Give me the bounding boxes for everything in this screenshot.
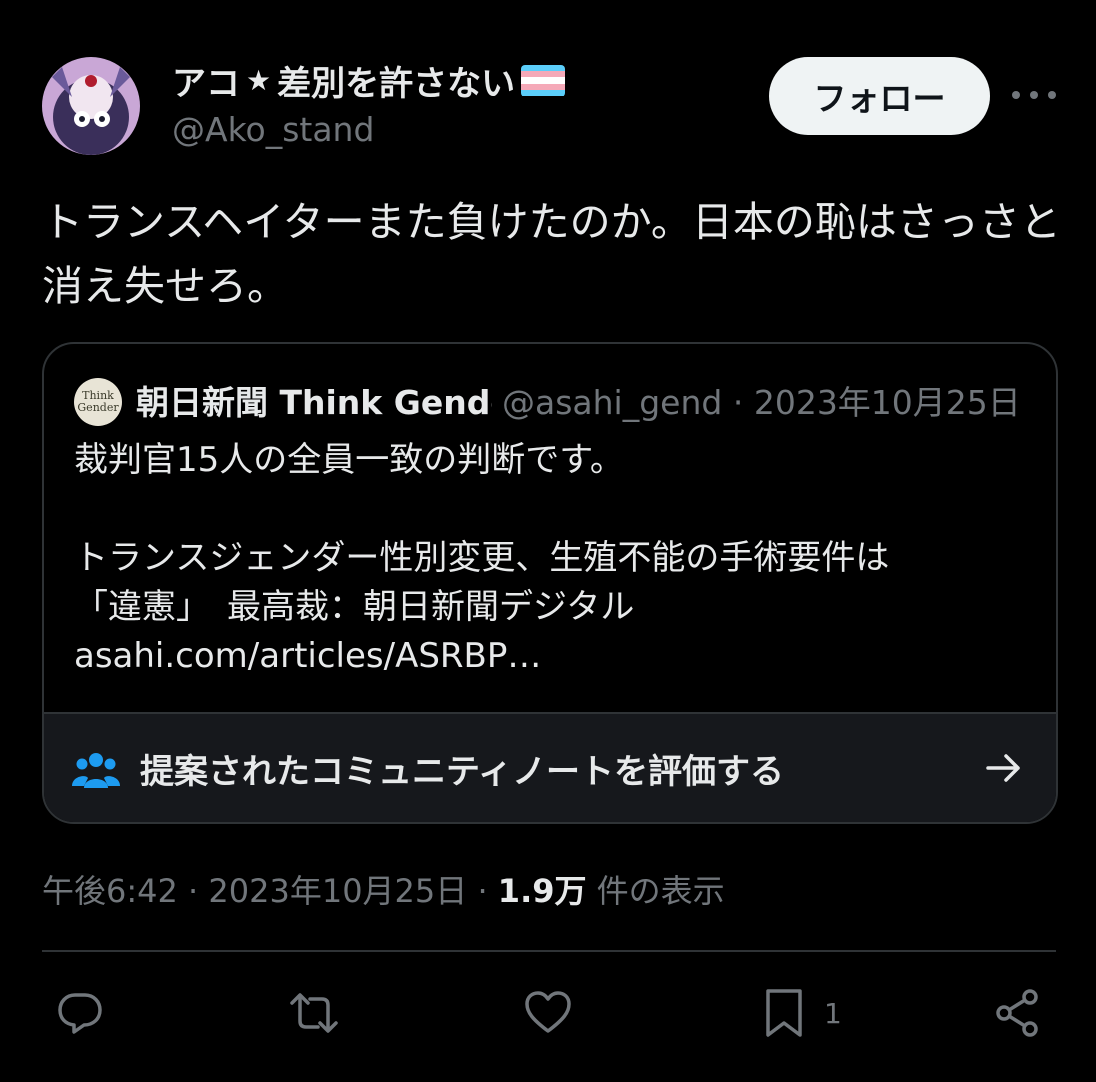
quoted-tweet-card[interactable]: Think Gender 朝日新聞 Think Gender @asahi_ge… xyxy=(42,342,1058,824)
follow-button[interactable]: フォロー xyxy=(769,57,990,135)
quote-avatar-logo-text: Think Gender xyxy=(77,389,119,414)
like-button[interactable] xyxy=(522,986,574,1040)
view-count: 1.9万 xyxy=(497,872,587,910)
quote-date: 2023年10月25日 xyxy=(753,383,1021,422)
quote-author-handle: @asahi_gend xyxy=(502,383,723,422)
share-icon xyxy=(996,989,1038,1037)
community-notes-icon xyxy=(72,753,120,788)
share-button[interactable] xyxy=(992,986,1044,1040)
retweet-icon xyxy=(290,993,338,1033)
quote-text: 裁判官15人の全員一致の判断です。 トランスジェンダー性別変更、生殖不能の手術要… xyxy=(74,440,890,676)
bookmark-count: 1 xyxy=(824,996,842,1030)
heart-icon xyxy=(525,991,571,1033)
reply-icon xyxy=(58,993,102,1034)
reply-button[interactable] xyxy=(54,986,106,1040)
star-icon: ★ xyxy=(246,64,272,97)
view-count-label: 件の表示 xyxy=(596,872,725,910)
author-avatar[interactable] xyxy=(42,57,140,155)
tweet-time[interactable]: 午後6:42 xyxy=(42,872,178,910)
arrow-right-icon xyxy=(986,754,1020,782)
quote-meta: @asahi_gend · 2023年10月25日 xyxy=(502,376,1021,424)
tweet-meta: 午後6:42 · 2023年10月25日 · 1.9万 件の表示 xyxy=(42,866,725,912)
community-note-prompt[interactable]: 提案されたコミュニティノートを評価する xyxy=(44,712,1056,822)
separator-dot: · xyxy=(732,383,754,422)
bookmark-icon xyxy=(766,989,802,1037)
tweet-date[interactable]: 2023年10月25日 xyxy=(208,872,467,910)
tweet-text: トランスヘイターまた負けたのか。日本の恥はさっさと消え失せろ。 xyxy=(42,198,1061,310)
more-options-icon[interactable] xyxy=(1012,80,1056,110)
author-handle[interactable]: @Ako_stand xyxy=(172,110,374,149)
separator-dot: · xyxy=(188,872,209,910)
retweet-button[interactable] xyxy=(288,986,340,1040)
quote-author-avatar: Think Gender xyxy=(74,378,122,426)
author-display-name[interactable]: アコ ★ 差別を許さない xyxy=(172,56,566,105)
divider xyxy=(42,950,1056,952)
community-note-label: 提案されたコミュニティノートを評価する xyxy=(140,752,784,792)
trans-flag-icon xyxy=(521,64,566,97)
display-name-text: アコ xyxy=(172,64,240,104)
bookmark-button[interactable]: 1 xyxy=(758,986,842,1040)
quote-author-name: 朝日新聞 Think Gender xyxy=(136,383,492,422)
avatar-image xyxy=(42,57,140,155)
display-name-text-rest: 差別を許さない xyxy=(277,64,516,104)
separator-dot: · xyxy=(477,872,498,910)
